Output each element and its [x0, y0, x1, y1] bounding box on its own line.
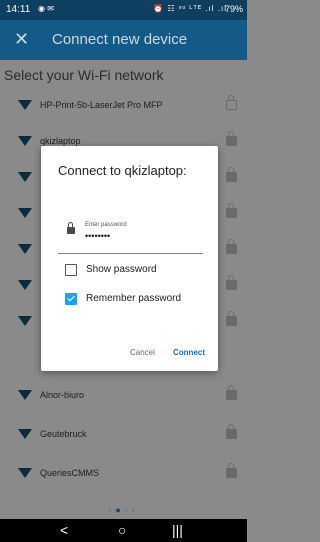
lock-icon	[226, 239, 237, 254]
pager-dot: •	[131, 506, 139, 515]
wifi-icon	[18, 468, 32, 478]
status-icons: ⏰ ☷ ᵛᵒ ᴸᵀᴱ .ıl .ıl	[153, 4, 227, 13]
cancel-button[interactable]: Cancel	[130, 348, 155, 357]
wifi-icon	[18, 390, 32, 400]
wifi-icon	[18, 429, 32, 439]
wifi-icon	[18, 136, 32, 146]
connect-dialog: Connect to qkizlaptop: Enter password ••…	[41, 146, 218, 371]
show-password-label: Show password	[86, 264, 157, 275]
lock-icon	[226, 385, 237, 400]
password-underline	[58, 253, 203, 254]
network-row[interactable]: Alnor-biuro	[0, 380, 247, 416]
app-bar: ✕ Connect new device	[0, 20, 247, 60]
recents-icon[interactable]: |||	[172, 522, 183, 538]
lock-icon	[226, 311, 237, 326]
wifi-icon	[18, 208, 32, 218]
dialog-title: Connect to qkizlaptop:	[58, 163, 187, 178]
remember-password-label: Remember password	[86, 293, 182, 304]
network-name: QueriesCMMS	[40, 468, 100, 478]
lock-icon	[226, 203, 237, 218]
lock-icon	[226, 167, 237, 182]
battery-indicator: 79%	[224, 4, 243, 14]
wifi-icon	[18, 100, 32, 110]
lock-icon	[226, 424, 237, 439]
network-row[interactable]: QueriesCMMS	[0, 458, 247, 494]
network-row[interactable]: HP-Print-5b-LaserJet Pro MFP	[0, 90, 247, 126]
lock-icon	[67, 222, 75, 234]
network-name: HP-Print-5b-LaserJet Pro MFP	[40, 100, 163, 110]
lock-open-icon	[226, 95, 237, 110]
network-name: qkizlaptop	[40, 136, 81, 146]
wifi-icon	[18, 172, 32, 182]
show-password-checkbox[interactable]	[65, 264, 77, 276]
system-nav-bar: < ○ |||	[0, 519, 247, 542]
lock-icon	[226, 463, 237, 478]
status-time: 14:11	[6, 4, 31, 15]
password-label: Enter password	[85, 222, 127, 228]
lock-icon	[226, 275, 237, 290]
remember-password-checkbox[interactable]	[65, 293, 77, 305]
wifi-icon	[18, 280, 32, 290]
password-input[interactable]: ••••••••	[85, 231, 110, 241]
wifi-icon	[18, 244, 32, 254]
pager-dot: •	[124, 506, 132, 515]
wifi-icon	[18, 316, 32, 326]
home-icon[interactable]: ○	[118, 522, 126, 538]
status-bar: 14:11 ◉ ✉ ⏰ ☷ ᵛᵒ ᴸᵀᴱ .ıl .ıl 79%	[0, 0, 247, 20]
network-row[interactable]: Geutebruck	[0, 419, 247, 455]
notification-icons: ◉ ✉	[38, 4, 54, 13]
connect-button[interactable]: Connect	[173, 348, 205, 357]
network-name: Alnor-biuro	[40, 390, 85, 400]
section-subtitle: Select your Wi-Fi network	[4, 67, 164, 83]
lock-icon	[226, 131, 237, 146]
app-bar-title: Connect new device	[52, 31, 188, 48]
close-icon[interactable]: ✕	[14, 29, 29, 50]
back-icon[interactable]: <	[60, 522, 68, 538]
network-name: Geutebruck	[40, 429, 87, 439]
pager-dot-active: ●	[115, 505, 125, 515]
page-indicator: •●••	[0, 505, 247, 515]
